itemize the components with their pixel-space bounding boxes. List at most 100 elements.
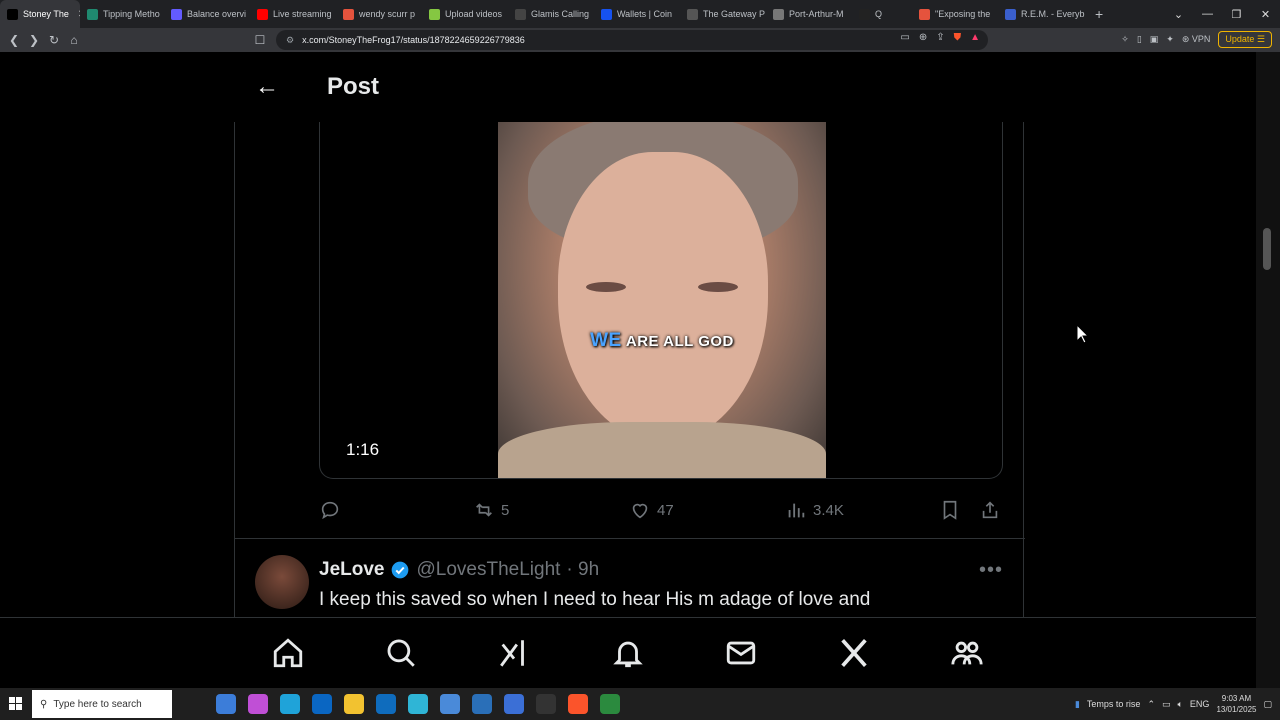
taskbar-apps: [216, 694, 620, 714]
communities-icon[interactable]: [950, 636, 984, 670]
forward-icon[interactable]: ❯: [24, 30, 44, 50]
reply-author-handle[interactable]: @LovesTheLight: [416, 559, 560, 581]
vpn-button[interactable]: ⊛ VPN: [1182, 34, 1211, 45]
browser-tab-label: wendy scurr p: [359, 9, 416, 19]
reply-author-name[interactable]: JeLove: [319, 559, 384, 581]
app-icon[interactable]: [472, 694, 492, 714]
browser-tab[interactable]: R.E.M. - Everyb: [998, 0, 1088, 28]
like-button[interactable]: 47: [629, 499, 674, 521]
update-button[interactable]: Update ☰: [1218, 31, 1272, 48]
brave-rewards-icon[interactable]: ▲: [970, 32, 980, 43]
bookmark-button[interactable]: [939, 499, 961, 521]
scrollbar-thumb[interactable]: [1263, 228, 1271, 270]
copilot-icon[interactable]: [248, 694, 268, 714]
x-logo-icon[interactable]: [837, 636, 871, 670]
system-tray: ▮ Temps to rise ⌃ ▭ 🔈︎ ENG 9:03 AM 13/01…: [1075, 688, 1272, 720]
task-view-icon[interactable]: [216, 694, 236, 714]
browser-tab[interactable]: Port-Arthur-M: [766, 0, 852, 28]
tray-chevron-icon[interactable]: ⌃: [1147, 699, 1155, 710]
new-tab-button[interactable]: +: [1088, 0, 1110, 28]
volume-icon[interactable]: 🔈︎: [1178, 699, 1183, 710]
clock[interactable]: 9:03 AM 13/01/2025: [1216, 693, 1256, 715]
minimize-icon[interactable]: —: [1193, 8, 1222, 20]
browser-tab[interactable]: Q: [852, 0, 912, 28]
store-icon[interactable]: [312, 694, 332, 714]
bookmark-page-icon[interactable]: ☐: [250, 30, 270, 50]
page-scrollbar[interactable]: [1256, 52, 1280, 688]
extensions-icon[interactable]: ✧: [1121, 34, 1129, 45]
browser-tab[interactable]: Glamis Calling: [508, 0, 594, 28]
app-icon[interactable]: [536, 694, 556, 714]
browser-tab-label: Wallets | Coin: [617, 9, 673, 19]
browser-tab[interactable]: Upload videos: [422, 0, 508, 28]
restore-icon[interactable]: ❐: [1222, 8, 1251, 21]
more-options-icon[interactable]: •••: [979, 559, 1003, 582]
video-player[interactable]: WE ARE ALL GOD 1:16: [319, 122, 1003, 479]
weather-text[interactable]: Temps to rise: [1087, 699, 1141, 709]
url-input[interactable]: ⚙ x.com/StoneyTheFrog17/status/187822465…: [276, 30, 988, 50]
grok-icon[interactable]: [497, 636, 531, 670]
network-icon[interactable]: ▭: [1162, 699, 1171, 710]
search-icon[interactable]: [384, 636, 418, 670]
home-icon[interactable]: [271, 636, 305, 670]
app-icon[interactable]: [408, 694, 428, 714]
notification-center-icon[interactable]: ▢: [1263, 699, 1272, 710]
notifications-icon[interactable]: [611, 636, 645, 670]
close-window-icon[interactable]: ✕: [1251, 8, 1280, 21]
browser-tab[interactable]: Live streaming: [250, 0, 336, 28]
bookmark-icon: [943, 500, 957, 520]
brave-icon[interactable]: [568, 694, 588, 714]
sidebar-icon[interactable]: ▯: [1137, 34, 1142, 45]
taskbar-search-input[interactable]: ⚲ Type here to search: [32, 690, 172, 718]
outlook-icon[interactable]: [376, 694, 396, 714]
leo-icon[interactable]: ✦: [1166, 34, 1174, 45]
weather-icon[interactable]: ▮: [1075, 699, 1080, 710]
browser-tab[interactable]: "Exposing the: [912, 0, 998, 28]
browser-tab[interactable]: Wallets | Coin: [594, 0, 680, 28]
browser-tab-label: Stoney The: [23, 9, 69, 19]
browser-tab[interactable]: wendy scurr p: [336, 0, 422, 28]
file-explorer-icon[interactable]: [344, 694, 364, 714]
repost-button[interactable]: 5: [473, 499, 509, 521]
video-eye-left: [586, 282, 626, 292]
brave-shields-icon[interactable]: ⛊: [954, 32, 962, 43]
cast-icon[interactable]: ▭: [900, 32, 909, 43]
browser-tab-label: The Gateway P: [703, 9, 766, 19]
share-icon[interactable]: ⇪: [936, 32, 944, 43]
bottom-navigation: [0, 617, 1256, 688]
app-icon[interactable]: [504, 694, 524, 714]
page-title: Post: [327, 73, 380, 100]
video-face-shape: [558, 152, 768, 442]
browser-tab[interactable]: Tipping Metho: [80, 0, 164, 28]
app-icon[interactable]: [600, 694, 620, 714]
reload-icon[interactable]: ↻: [44, 30, 64, 50]
back-arrow-icon[interactable]: ←: [234, 73, 300, 101]
url-text: x.com/StoneyTheFrog17/status/18782246592…: [302, 35, 525, 45]
glamis-icon: [515, 8, 526, 20]
windows-start-icon[interactable]: [0, 688, 32, 720]
browser-tab[interactable]: Stoney The✕: [0, 0, 80, 28]
share-post-button[interactable]: [979, 499, 1001, 521]
home-browser-icon[interactable]: ⌂: [64, 30, 84, 50]
back-icon[interactable]: ❮: [4, 30, 24, 50]
reply-text: I keep this saved so when I need to hear…: [319, 589, 871, 610]
reply-time: · 9h: [566, 559, 600, 580]
post-header: ← Post: [234, 52, 1024, 122]
views-button[interactable]: 3.4K: [785, 499, 844, 521]
site-info-icon[interactable]: ⚙: [286, 35, 294, 46]
messages-icon[interactable]: [724, 636, 758, 670]
language-indicator[interactable]: ENG: [1190, 699, 1210, 709]
browser-tab[interactable]: Balance overvi: [164, 0, 250, 28]
caption-highlight: WE: [590, 330, 622, 351]
browser-tab[interactable]: The Gateway P: [680, 0, 766, 28]
tab-list-icon[interactable]: ⌄: [1164, 8, 1193, 21]
avatar[interactable]: [255, 555, 309, 609]
reply-button[interactable]: [319, 499, 341, 521]
wallet-icon[interactable]: ▣: [1150, 34, 1159, 45]
edge-icon[interactable]: [280, 694, 300, 714]
notepad-icon[interactable]: [440, 694, 460, 714]
brave-search-icon: [919, 8, 930, 20]
browser-tab-label: Upload videos: [445, 9, 503, 19]
zoom-icon[interactable]: ⊕: [919, 32, 927, 43]
views-count: 3.4K: [813, 501, 844, 519]
